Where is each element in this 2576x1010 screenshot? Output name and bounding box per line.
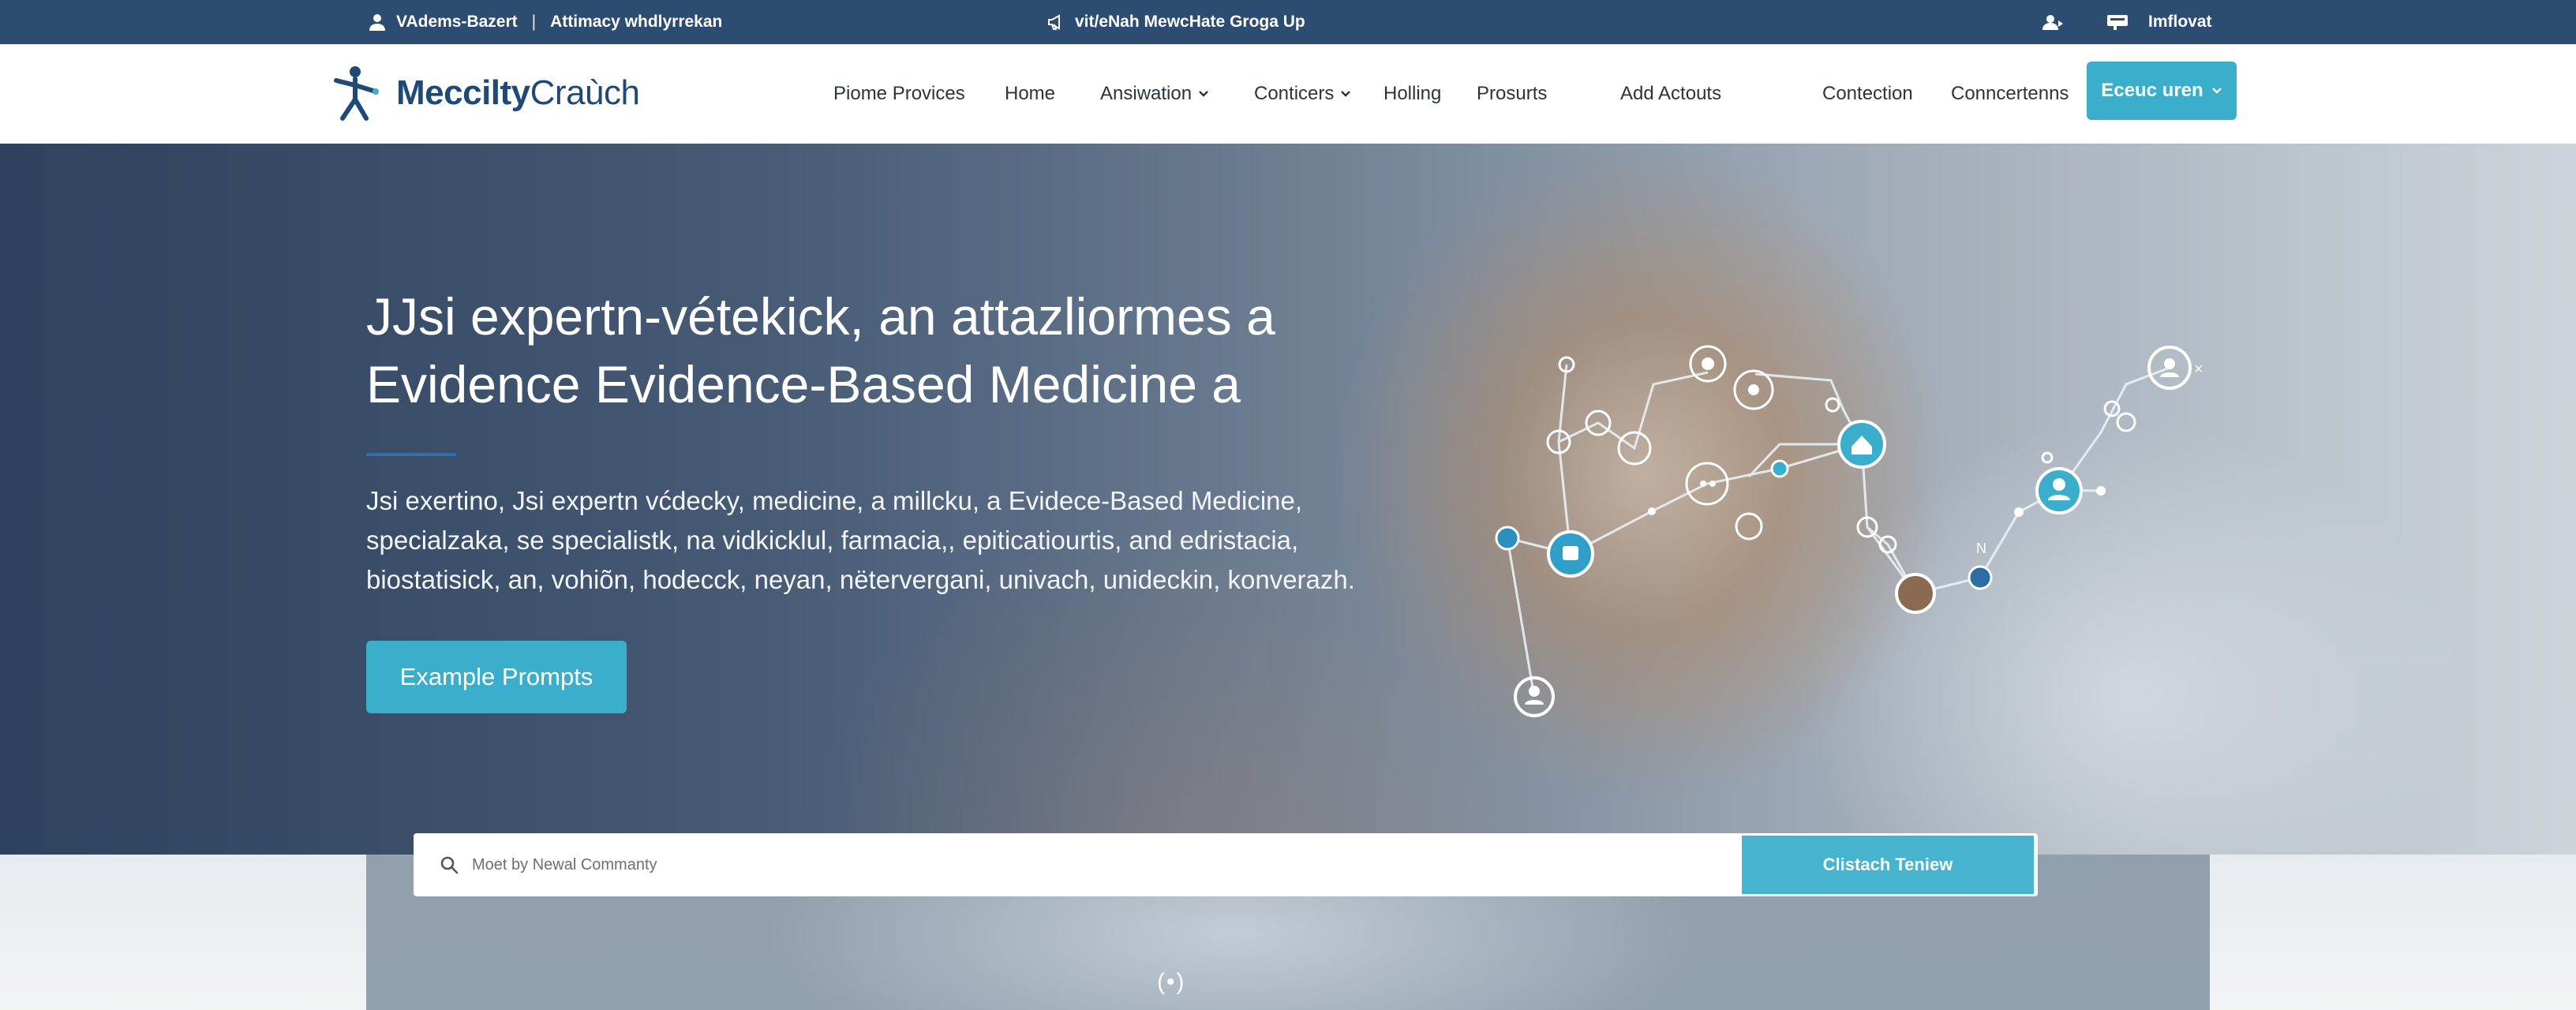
hero-heading-line-2: Evidence Evidence-Based Medicine a — [366, 355, 1241, 413]
nav-item-ansiwation[interactable]: Ansiwation — [1100, 44, 1209, 144]
search-submit-button[interactable]: Clistach Teniew — [1739, 833, 2036, 896]
nav-label: Piome Provices — [833, 83, 965, 104]
nav-item-piome-provices[interactable]: Piome Provices — [833, 44, 965, 144]
search-submit-label: Clistach Teniew — [1822, 855, 1953, 874]
nav-item-conncertenns[interactable]: Conncertenns — [1951, 44, 2069, 144]
example-prompts-label: Example Prompts — [399, 663, 593, 690]
main-navigation: MecciltyCraùch Piome Provices Home Ansiw… — [0, 44, 2576, 144]
nav-label: Home — [1005, 83, 1056, 104]
loading-indicator: (•) — [1157, 969, 1186, 995]
hero-heading-line-1: JJsi expertn-vétekick, an attazliormes a — [366, 287, 1275, 346]
person-icon — [369, 14, 385, 31]
announcement-text: vit/eNah MewcHate Groga Up — [1075, 13, 1305, 31]
chevron-down-icon — [1199, 91, 1208, 97]
privacy-link[interactable]: Attimacy whdlyrrekan — [550, 13, 722, 32]
nav-item-contection[interactable]: Contection — [1822, 44, 1913, 144]
announcement[interactable]: vit/eNah MewcHate Groga Up — [1046, 0, 1305, 44]
info-link-label: Imflovat — [2148, 13, 2212, 31]
hero-description-line-1: Jsi exertino, Jsi expertn vćdecky, medic… — [366, 486, 1303, 515]
nav-label: Prosurts — [1477, 83, 1548, 104]
nav-item-conticers[interactable]: Conticers — [1254, 44, 1351, 144]
brand-name: MecciltyCraùch — [396, 73, 640, 113]
brand-name-thin: Craùch — [530, 73, 640, 112]
card-icon — [2107, 15, 2128, 30]
chevron-down-icon — [1341, 91, 1351, 97]
search-input[interactable] — [472, 855, 1656, 874]
hero-heading: JJsi expertn-vétekick, an attazliormes a… — [366, 282, 1392, 418]
account-links: VAdems-Bazert | Attimacy whdlyrrekan — [368, 0, 722, 44]
user-menu[interactable] — [2039, 0, 2065, 44]
nav-label: Contection — [1822, 83, 1913, 104]
account-link[interactable]: VAdems-Bazert — [396, 13, 518, 32]
nav-label: Holling — [1383, 83, 1442, 104]
hero-description-line-2: specialzaka, se specialistk, na vidkickl… — [366, 526, 1299, 555]
cta-dropdown-button[interactable]: Eceuc uren — [2087, 62, 2237, 120]
megaphone-icon — [1048, 14, 1060, 30]
cta-label: Eceuc uren — [2101, 80, 2203, 101]
brand-name-bold: Meccilty — [396, 73, 530, 112]
example-prompts-button[interactable]: Example Prompts — [366, 641, 627, 713]
chevron-down-icon — [2211, 88, 2222, 94]
nav-label: Conncertenns — [1951, 83, 2069, 104]
info-link[interactable]: Imflovat — [2106, 0, 2212, 44]
user-icon — [2042, 15, 2063, 30]
separator: | — [531, 13, 537, 31]
hero-description-line-3: biostatisick, an, vohiõn, hodecck, neyan… — [366, 565, 1355, 594]
nav-label: Ansiwation — [1100, 83, 1193, 104]
top-utility-bar: VAdems-Bazert | Attimacy whdlyrrekan vit… — [0, 0, 2576, 44]
nav-item-prosurts[interactable]: Prosurts — [1477, 44, 1547, 144]
heading-divider — [366, 453, 456, 456]
search-icon — [440, 856, 459, 874]
nav-label: Conticers — [1254, 83, 1335, 104]
hero-description: Jsi exertino, Jsi expertn vćdecky, medic… — [366, 481, 1392, 600]
nav-item-holling[interactable]: Holling — [1383, 44, 1441, 144]
nav-item-add-actouts[interactable]: Add Actouts — [1620, 44, 1721, 144]
nav-item-home[interactable]: Home — [1005, 44, 1055, 144]
brand-logo[interactable]: MecciltyCraùch — [331, 65, 640, 122]
logo-figure-icon — [334, 66, 379, 121]
nav-label: Add Actouts — [1620, 83, 1722, 104]
